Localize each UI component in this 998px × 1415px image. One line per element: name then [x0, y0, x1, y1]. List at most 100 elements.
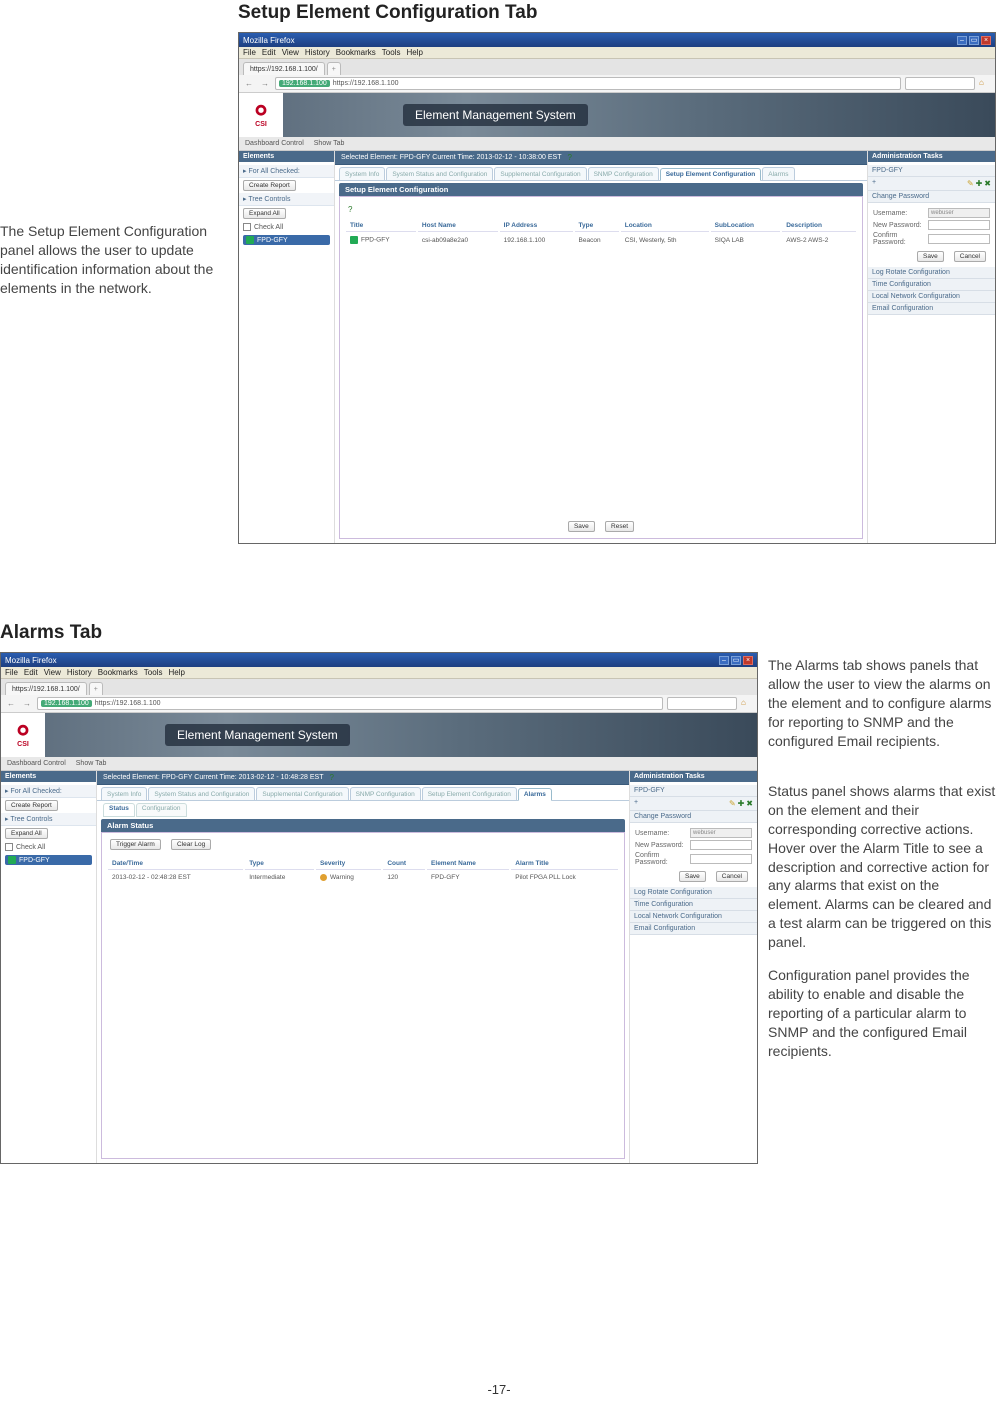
delete-icon[interactable]: ✖: [746, 799, 753, 808]
menu-tools[interactable]: Tools: [144, 668, 163, 677]
tab-setup-element[interactable]: Setup Element Configuration: [422, 787, 517, 800]
new-tab-button[interactable]: +: [327, 62, 341, 75]
url-bar[interactable]: 192.168.1.100 https://192.168.1.100: [275, 77, 901, 90]
pwd-cancel-button[interactable]: Cancel: [954, 251, 986, 262]
tab-snmp[interactable]: SNMP Configuration: [588, 167, 659, 180]
admin-plus-row[interactable]: + ✎ ✚ ✖: [868, 177, 995, 191]
subtab-configuration[interactable]: Configuration: [136, 803, 187, 817]
admin-node-row[interactable]: FPD-GFY: [868, 165, 995, 177]
pwd-cancel-button[interactable]: Cancel: [716, 871, 748, 882]
trigger-alarm-button[interactable]: Trigger Alarm: [110, 839, 161, 850]
menu-view[interactable]: View: [44, 668, 61, 677]
save-button[interactable]: Save: [568, 521, 595, 532]
expand-icon[interactable]: +: [872, 179, 876, 188]
change-password-row[interactable]: Change Password: [868, 191, 995, 203]
home-icon[interactable]: ⌂: [741, 698, 753, 710]
maximize-icon[interactable]: ▭: [969, 36, 979, 45]
change-password-row[interactable]: Change Password: [630, 811, 757, 823]
admin-plus-row[interactable]: + ✎ ✚ ✖: [630, 797, 757, 811]
clear-log-button[interactable]: Clear Log: [171, 839, 211, 850]
close-icon[interactable]: ×: [981, 36, 991, 45]
menu-help[interactable]: Help: [168, 668, 184, 677]
tab-show-tab[interactable]: Show Tab: [76, 760, 107, 767]
admin-log-rotate[interactable]: Log Rotate Configuration: [868, 267, 995, 279]
confirm-password-field[interactable]: [928, 234, 990, 244]
tree-node-fpd-gfy[interactable]: FPD-GFY: [5, 855, 92, 865]
help-icon[interactable]: ?: [348, 205, 858, 214]
for-all-checked[interactable]: ▸ For All Checked:: [1, 785, 96, 798]
tab-dashboard-control[interactable]: Dashboard Control: [7, 760, 66, 767]
url-bar[interactable]: 192.168.1.100 https://192.168.1.100: [37, 697, 663, 710]
expand-all-button[interactable]: Expand All: [243, 208, 286, 219]
add-icon[interactable]: ✚: [738, 799, 745, 808]
menu-edit[interactable]: Edit: [262, 48, 276, 57]
menu-bookmarks[interactable]: Bookmarks: [98, 668, 138, 677]
browser-tab[interactable]: https://192.168.1.100/: [243, 62, 325, 75]
search-input[interactable]: [667, 697, 737, 710]
delete-icon[interactable]: ✖: [984, 179, 991, 188]
menu-tools[interactable]: Tools: [382, 48, 401, 57]
checkbox-icon[interactable]: [5, 843, 13, 851]
tab-show-tab[interactable]: Show Tab: [314, 140, 345, 147]
table-row[interactable]: 2013-02-12 - 02:48:28 EST Intermediate W…: [108, 872, 618, 883]
menu-history[interactable]: History: [67, 668, 92, 677]
subtab-status[interactable]: Status: [103, 803, 135, 817]
pwd-save-button[interactable]: Save: [917, 251, 944, 262]
browser-tab[interactable]: https://192.168.1.100/: [5, 682, 87, 695]
add-icon[interactable]: ✚: [976, 179, 983, 188]
menu-help[interactable]: Help: [406, 48, 422, 57]
tree-node-fpd-gfy[interactable]: FPD-GFY: [243, 235, 330, 245]
minimize-icon[interactable]: –: [719, 656, 729, 665]
back-icon[interactable]: ←: [5, 698, 17, 710]
menu-edit[interactable]: Edit: [24, 668, 38, 677]
check-all-checkbox[interactable]: Check All: [1, 841, 96, 853]
tab-system-info[interactable]: System Info: [101, 787, 147, 800]
tab-setup-element[interactable]: Setup Element Configuration: [660, 168, 762, 181]
new-password-field[interactable]: [690, 840, 752, 850]
tab-system-info[interactable]: System Info: [339, 167, 385, 180]
admin-local-network[interactable]: Local Network Configuration: [868, 291, 995, 303]
reset-button[interactable]: Reset: [605, 521, 634, 532]
menu-history[interactable]: History: [305, 48, 330, 57]
expand-all-button[interactable]: Expand All: [5, 828, 48, 839]
tab-system-status[interactable]: System Status and Configuration: [386, 167, 493, 180]
home-icon[interactable]: ⌂: [979, 78, 991, 90]
tab-supplemental[interactable]: Supplemental Configuration: [256, 787, 348, 800]
tab-snmp[interactable]: SNMP Configuration: [350, 787, 421, 800]
search-input[interactable]: [905, 77, 975, 90]
admin-time[interactable]: Time Configuration: [630, 899, 757, 911]
tab-system-status[interactable]: System Status and Configuration: [148, 787, 255, 800]
tab-dashboard-control[interactable]: Dashboard Control: [245, 140, 304, 147]
tab-alarms[interactable]: Alarms: [518, 788, 552, 801]
tab-supplemental[interactable]: Supplemental Configuration: [494, 167, 586, 180]
edit-icon[interactable]: ✎: [729, 799, 736, 808]
close-icon[interactable]: ×: [743, 656, 753, 665]
help-icon[interactable]: ?: [567, 153, 571, 162]
new-tab-button[interactable]: +: [89, 682, 103, 695]
tree-controls[interactable]: ▸ Tree Controls: [1, 813, 96, 826]
pwd-save-button[interactable]: Save: [679, 871, 706, 882]
admin-log-rotate[interactable]: Log Rotate Configuration: [630, 887, 757, 899]
admin-time[interactable]: Time Configuration: [868, 279, 995, 291]
check-all-checkbox[interactable]: Check All: [239, 221, 334, 233]
menu-bookmarks[interactable]: Bookmarks: [336, 48, 376, 57]
edit-icon[interactable]: ✎: [967, 179, 974, 188]
admin-node-row[interactable]: FPD-GFY: [630, 785, 757, 797]
tree-controls[interactable]: ▸ Tree Controls: [239, 193, 334, 206]
new-password-field[interactable]: [928, 220, 990, 230]
checkbox-icon[interactable]: [243, 223, 251, 231]
forward-icon[interactable]: →: [259, 78, 271, 90]
admin-email[interactable]: Email Configuration: [630, 923, 757, 935]
tab-alarms[interactable]: Alarms: [762, 167, 794, 180]
expand-icon[interactable]: +: [634, 799, 638, 808]
menu-file[interactable]: File: [5, 668, 18, 677]
help-icon[interactable]: ?: [329, 773, 333, 782]
forward-icon[interactable]: →: [21, 698, 33, 710]
menu-view[interactable]: View: [282, 48, 299, 57]
back-icon[interactable]: ←: [243, 78, 255, 90]
create-report-button[interactable]: Create Report: [243, 180, 296, 191]
minimize-icon[interactable]: –: [957, 36, 967, 45]
confirm-password-field[interactable]: [690, 854, 752, 864]
table-row[interactable]: FPD-GFY csi-ab09a8e2a0 192.168.1.100 Bea…: [346, 234, 856, 246]
menu-file[interactable]: File: [243, 48, 256, 57]
